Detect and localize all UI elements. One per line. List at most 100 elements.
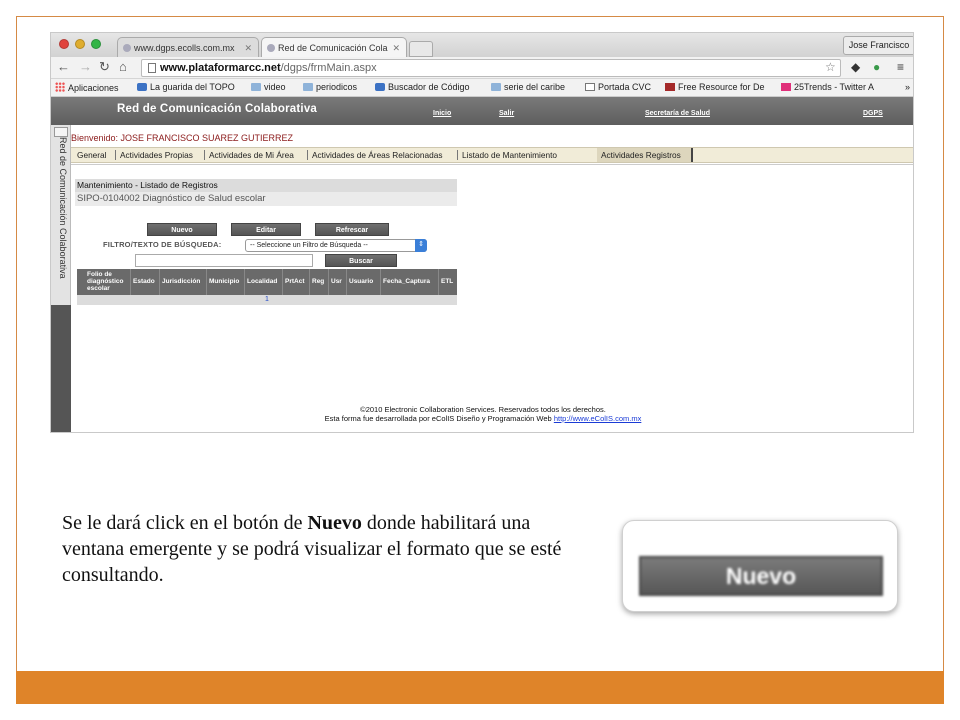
pager-link[interactable]: 1 xyxy=(265,296,269,303)
menu-item-general[interactable]: General xyxy=(77,148,107,162)
browser-tab-dgps[interactable]: www.dgps.ecolls.com.mx ✕ xyxy=(117,37,259,57)
column-header-reg[interactable]: Reg xyxy=(310,269,329,295)
profile-button[interactable]: Jose Francisco xyxy=(843,36,913,55)
new-button[interactable]: Nuevo xyxy=(147,223,217,236)
column-header-municipio[interactable]: Municipio xyxy=(207,269,245,295)
extension-shield-icon[interactable]: ◆ xyxy=(851,60,860,74)
column-header-usr[interactable]: Usr xyxy=(329,269,347,295)
menu-icon[interactable]: ≡ xyxy=(897,60,904,74)
chevron-down-icon[interactable]: ⇕ xyxy=(415,239,427,252)
records-grid: Folio de diagnóstico escolar Estado Juri… xyxy=(77,269,457,307)
app-header: Red de Comunicación Colaborativa Inicio … xyxy=(51,97,913,125)
link-dgps[interactable]: DGPS xyxy=(863,110,883,117)
column-header-localidad[interactable]: Localidad xyxy=(245,269,283,295)
close-window-icon[interactable] xyxy=(59,39,69,49)
bookmark-label: video xyxy=(264,82,286,92)
bookmarks-overflow-icon[interactable]: » xyxy=(905,82,910,92)
desc-text-start: Se le dará click en el botón de xyxy=(62,512,308,534)
content-divider xyxy=(71,164,913,165)
menu-item-registros[interactable]: Actividades Registros xyxy=(601,148,681,162)
bookmark-guarida[interactable]: La guarida del TOPO xyxy=(137,82,235,92)
footer-link[interactable]: http://www.eColIS.com.mx xyxy=(554,414,642,423)
envelope-icon xyxy=(54,127,68,137)
topo-icon xyxy=(137,83,147,91)
bookmark-label: Buscador de Código xyxy=(388,82,470,92)
column-header-usuario[interactable]: Usuario xyxy=(347,269,381,295)
page-favicon-icon xyxy=(123,44,131,52)
page-icon xyxy=(148,63,156,73)
app-title: Red de Comunicación Colaborativa xyxy=(117,103,318,115)
footer-credits: Esta forma fue desarrollada por eColIS D… xyxy=(51,414,913,423)
footer-credits-text: Esta forma fue desarrollada por eColIS D… xyxy=(324,414,552,423)
link-salir[interactable]: Salir xyxy=(499,110,514,117)
side-tab-label: Red de Comunicación Colaborativa xyxy=(58,137,68,279)
browser-screenshot: www.dgps.ecolls.com.mx ✕ Red de Comunica… xyxy=(50,32,914,433)
grid-header: Folio de diagnóstico escolar Estado Juri… xyxy=(77,269,457,295)
folder-icon xyxy=(251,83,261,91)
bookmark-serie[interactable]: serie del caribe xyxy=(491,82,565,92)
edit-button[interactable]: Editar xyxy=(231,223,301,236)
column-header-folio[interactable]: Folio de diagnóstico escolar xyxy=(77,269,131,295)
tab-label: www.dgps.ecolls.com.mx xyxy=(134,43,235,53)
bookmark-star-icon[interactable]: ☆ xyxy=(825,60,836,74)
zoomed-new-button: Nuevo xyxy=(639,556,883,596)
bookmark-buscador[interactable]: Buscador de Código xyxy=(375,82,470,92)
tab-label: Red de Comunicación Cola xyxy=(278,43,388,53)
bookmark-label: serie del caribe xyxy=(504,82,566,92)
minimize-window-icon[interactable] xyxy=(75,39,85,49)
bookmark-periodicos[interactable]: periodicos xyxy=(303,82,357,92)
grid-pager-row: 1 xyxy=(77,295,457,305)
forward-arrow-icon[interactable]: → xyxy=(79,59,92,74)
apps-grid-icon xyxy=(55,82,65,92)
home-icon[interactable]: ⌂ xyxy=(119,59,127,74)
back-arrow-icon[interactable]: ← xyxy=(57,59,70,74)
bookmark-label: periodicos xyxy=(316,82,358,92)
menu-separator xyxy=(204,150,205,160)
tab-close-icon[interactable]: ✕ xyxy=(244,38,252,57)
slide-description: Se le dará click en el botón de Nuevo do… xyxy=(62,510,562,588)
zoomed-button-card: Nuevo xyxy=(622,520,898,612)
column-header-fecha[interactable]: Fecha_Captura xyxy=(381,269,439,295)
menu-item-propias[interactable]: Actividades Propias xyxy=(120,148,193,162)
menu-item-relacionadas[interactable]: Actividades de Áreas Relacionadas xyxy=(312,148,443,162)
bookmark-label: Aplicaciones xyxy=(68,83,119,93)
extension-search-icon[interactable]: ● xyxy=(873,60,880,74)
new-tab-button[interactable] xyxy=(409,41,433,57)
reload-icon[interactable]: ↻ xyxy=(99,59,110,75)
bookmark-cvc[interactable]: Portada CVC xyxy=(585,82,651,92)
browser-toolbar: ← → ↻ ⌂ www.plataformarcc.net/dgps/frmMa… xyxy=(51,57,913,79)
slide-accent-band xyxy=(16,671,944,704)
address-bar[interactable]: www.plataformarcc.net/dgps/frmMain.aspx xyxy=(141,59,841,77)
filter-label: FILTRO/TEXTO DE BÚSQUEDA: xyxy=(103,240,222,249)
menu-item-mi-area[interactable]: Actividades de Mi Área xyxy=(209,148,294,162)
bookmark-label: Portada CVC xyxy=(598,82,652,92)
bookmark-free-resource[interactable]: Free Resource for De xyxy=(665,82,765,92)
browser-tab-red[interactable]: Red de Comunicación Cola ✕ xyxy=(261,37,407,57)
bookmark-label: 25Trends - Twitter A xyxy=(794,82,875,92)
filter-select[interactable]: -- Seleccione un Filtro de Búsqueda -- ⇕ xyxy=(245,239,427,252)
bookmark-video[interactable]: video xyxy=(251,82,286,92)
link-inicio[interactable]: Inicio xyxy=(433,110,451,117)
bookmark-25trends[interactable]: 25Trends - Twitter A xyxy=(781,82,874,92)
menu-separator xyxy=(115,150,116,160)
search-button[interactable]: Buscar xyxy=(325,254,397,267)
bookmark-label: Free Resource for De xyxy=(678,82,765,92)
column-header-jurisdiccion[interactable]: Jurisdicción xyxy=(160,269,207,295)
column-header-prtact[interactable]: PrtAct xyxy=(283,269,310,295)
trends-icon xyxy=(781,83,791,91)
page-icon xyxy=(585,83,595,91)
bookmark-apps[interactable]: Aplicaciones xyxy=(55,82,119,93)
search-input[interactable] xyxy=(135,254,313,267)
welcome-text: Bienvenido: JOSE FRANCISCO SUAREZ GUTIER… xyxy=(71,133,294,143)
maximize-window-icon[interactable] xyxy=(91,39,101,49)
desc-bold-nuevo: Nuevo xyxy=(307,512,362,534)
column-header-estado[interactable]: Estado xyxy=(131,269,160,295)
menu-item-mantenimiento[interactable]: Listado de Mantenimiento xyxy=(462,148,557,162)
refresh-button[interactable]: Refrescar xyxy=(315,223,389,236)
menu-separator xyxy=(307,150,308,160)
link-secretaria[interactable]: Secretaría de Salud xyxy=(645,110,710,117)
section-subtitle: SIPO-0104002 Diagnóstico de Salud escola… xyxy=(75,192,457,206)
column-header-etl[interactable]: ETL xyxy=(439,269,457,295)
url-path: /dgps/frmMain.aspx xyxy=(280,62,377,74)
tab-close-icon[interactable]: ✕ xyxy=(392,38,400,57)
